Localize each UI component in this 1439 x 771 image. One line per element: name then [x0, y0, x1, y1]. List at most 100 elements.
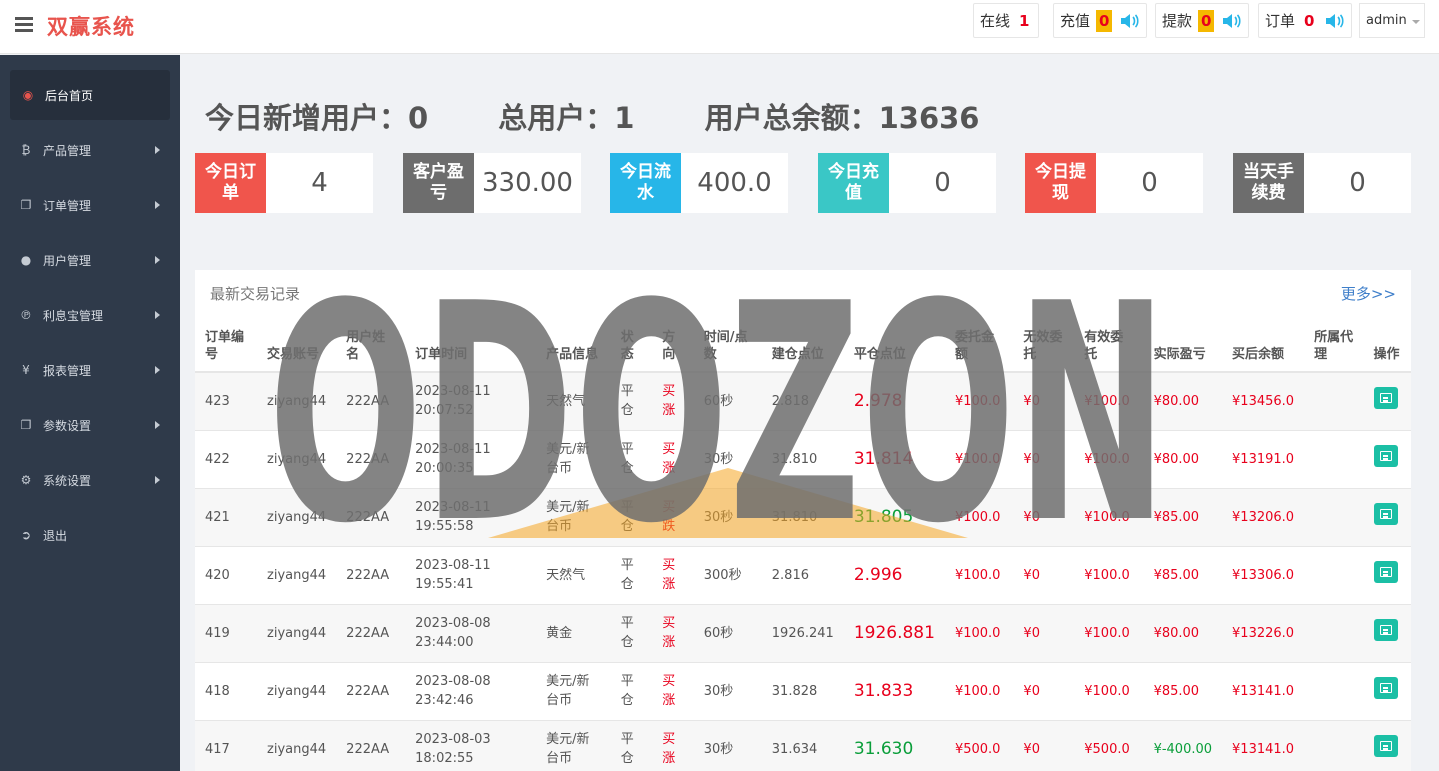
card-today-orders: 今日订单 4: [195, 153, 373, 213]
direction-cell: 买涨: [652, 545, 694, 604]
new-users-stat: 今日新增用户：0: [205, 101, 429, 135]
amount-cell: ¥100.0: [944, 661, 1014, 720]
col-header: 买后余额: [1222, 313, 1305, 373]
status-cell: 平仓: [610, 429, 653, 488]
invalid-cell: ¥0: [1013, 719, 1075, 771]
col-header: 交易账号: [257, 313, 337, 373]
online-count: 1: [1019, 11, 1030, 30]
view-detail-button[interactable]: [1373, 735, 1398, 758]
sidebar-item-label: 系统设置: [43, 473, 92, 488]
amount-cell: ¥100.0: [944, 487, 1014, 546]
sidebar-item-dashboard[interactable]: ◉ 后台首页: [10, 70, 170, 120]
account-cell: ziyang44: [257, 487, 337, 546]
action-cell: [1363, 487, 1411, 546]
col-header: 操作: [1363, 313, 1411, 373]
list-icon: [1379, 567, 1392, 577]
action-cell: [1363, 603, 1411, 662]
sidebar-item-orders[interactable]: ❐ 订单管理: [0, 180, 180, 230]
view-detail-button[interactable]: [1373, 503, 1398, 525]
duration-cell: 60秒: [693, 371, 762, 430]
duration-cell: 30秒: [693, 719, 762, 771]
sidebar-item-users[interactable]: ● 用户管理: [0, 235, 180, 285]
sidebar-item-reports[interactable]: ¥ 报表管理: [0, 345, 180, 395]
view-detail-button[interactable]: [1373, 619, 1398, 641]
balance-cell: ¥13206.0: [1222, 487, 1305, 546]
menu-toggle-icon[interactable]: [15, 17, 33, 33]
user-menu[interactable]: admin: [1359, 3, 1425, 38]
close-price-cell: 1926.881: [843, 603, 945, 662]
online-counter[interactable]: 在线 1: [973, 3, 1040, 38]
card-label: 当天手续费: [1233, 153, 1304, 213]
user-icon: ●: [20, 253, 32, 267]
account-cell: ziyang44: [257, 603, 337, 662]
withdraw-counter[interactable]: 提款 0: [1155, 3, 1250, 38]
recharge-count: 0: [1096, 9, 1113, 32]
order-id-cell: 423: [195, 371, 258, 430]
agent-cell: [1304, 719, 1364, 771]
view-detail-button[interactable]: [1373, 387, 1398, 410]
product-cell: 美元/新台币: [536, 429, 611, 488]
card-value: 0: [1349, 168, 1366, 198]
view-detail-button[interactable]: [1373, 445, 1398, 467]
table-row: 418 ziyang44 222AA 2023-08-08 23:42:46 美元/新台…: [195, 661, 1411, 720]
amount-cell: ¥100.0: [944, 545, 1014, 604]
order-id-cell: 420: [195, 545, 258, 604]
col-header: 实际盈亏: [1143, 313, 1223, 373]
valid-cell: ¥100.0: [1074, 429, 1144, 488]
order-id-cell: 421: [195, 487, 258, 546]
total-users-stat: 总用户：1: [498, 101, 635, 135]
online-label: 在线: [980, 12, 1011, 30]
list-icon: [1379, 741, 1392, 752]
col-header: 平仓点位: [843, 313, 945, 373]
order-id-cell: 422: [195, 429, 258, 488]
valid-cell: ¥100.0: [1074, 603, 1144, 662]
direction-cell: 买跌: [652, 487, 694, 546]
agent-cell: [1304, 661, 1364, 720]
agent-cell: [1304, 429, 1364, 488]
chevron-right-icon: [155, 201, 160, 209]
card-value: 330.00: [482, 168, 573, 198]
sidebar-item-params[interactable]: ❐ 参数设置: [0, 400, 180, 450]
order-time-cell: 2023-08-11 20:07:52: [405, 371, 537, 430]
card-customer-pnl: 客户盈亏 330.00: [403, 153, 581, 213]
speaker-icon[interactable]: [1120, 12, 1140, 30]
order-time-cell: 2023-08-08 23:42:46: [405, 661, 537, 720]
balance-cell: ¥13306.0: [1222, 545, 1305, 604]
close-price-cell: 31.833: [843, 661, 945, 720]
sidebar-item-label: 订单管理: [43, 198, 92, 213]
sidebar-item-products[interactable]: ₿ 产品管理: [0, 125, 180, 175]
close-price-cell: 31.814: [843, 429, 945, 488]
sidebar-item-interest[interactable]: ℗ 利息宝管理: [0, 290, 180, 340]
order-time-cell: 2023-08-03 18:02:55: [405, 719, 537, 771]
pnl-cell: ¥-400.00: [1143, 719, 1223, 771]
speaker-icon[interactable]: [1325, 12, 1345, 30]
col-header: 委托金额: [944, 313, 1014, 373]
col-header: 建仓点位: [761, 313, 844, 373]
sidebar-item-label: 报表管理: [43, 363, 92, 378]
agent-cell: [1304, 371, 1364, 430]
more-link[interactable]: 更多>>: [1341, 283, 1396, 304]
top-header: 双赢系统 在线 1 充值 0 提款 0 订单 0 admin: [0, 0, 1439, 54]
view-detail-button[interactable]: [1373, 561, 1398, 583]
card-label: 今日流水: [610, 153, 681, 213]
action-cell: [1363, 429, 1411, 488]
recent-trades-panel: 最新交易记录 更多>> 订单编号 交易账号 用户姓名 订单时间 产品信息 状态 …: [195, 270, 1411, 771]
view-detail-button[interactable]: [1373, 677, 1398, 699]
chevron-right-icon: [155, 421, 160, 429]
recharge-counter[interactable]: 充值 0: [1053, 3, 1148, 38]
order-id-cell: 418: [195, 661, 258, 720]
sidebar-item-logout[interactable]: ➲ 退出: [0, 510, 180, 560]
valid-cell: ¥100.0: [1074, 371, 1144, 430]
duration-cell: 30秒: [693, 487, 762, 546]
speaker-icon[interactable]: [1222, 12, 1242, 30]
col-header: 状态: [610, 313, 653, 373]
user-name-cell: 222AA: [336, 545, 406, 604]
sidebar-item-system[interactable]: ⚙ 系统设置: [0, 455, 180, 505]
table-header-row: 订单编号 交易账号 用户姓名 订单时间 产品信息 状态 方向 时间/点数 建仓点…: [195, 313, 1411, 373]
balance-cell: ¥13141.0: [1222, 661, 1305, 720]
pnl-cell: ¥80.00: [1143, 603, 1223, 662]
order-counter[interactable]: 订单 0: [1258, 3, 1353, 38]
product-cell: 美元/新台币: [536, 719, 611, 771]
col-header: 时间/点数: [693, 313, 762, 373]
status-cell: 平仓: [610, 719, 653, 771]
